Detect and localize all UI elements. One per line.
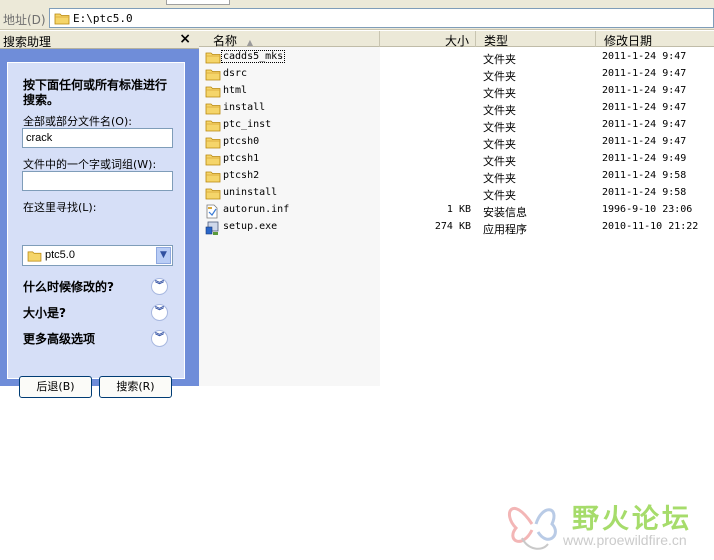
butterfly-logo-icon [507,507,557,550]
address-bar: 地址(D) E:\ptc5.0 [0,6,714,30]
file-modified: 2011-1-24 9:47 [602,119,687,130]
folder-icon [205,120,221,132]
file-name: ptcsh0 [223,136,260,147]
chevron-double-down-icon[interactable]: ︾ [151,304,168,321]
column-header-type[interactable]: 类型 [476,31,596,48]
list-item[interactable]: ptcsh0 文件夹 2011-1-24 9:47 [199,134,714,151]
file-modified: 2010-11-10 21:22 [602,221,699,232]
list-item[interactable]: dsrc 文件夹 2011-1-24 9:47 [199,66,714,83]
filename-label: 全部或部分文件名(O): [23,115,132,128]
folder-icon [27,251,42,262]
file-name: ptc_inst [223,119,272,130]
file-name: install [223,102,266,113]
file-type: 应用程序 [483,223,527,236]
file-modified: 2011-1-24 9:58 [602,187,687,198]
folder-icon [205,154,221,166]
search-pane-titlebar: 搜索助理 × [0,31,199,49]
option-advanced[interactable]: 更多高级选项 [23,330,95,347]
file-type: 文件夹 [483,70,516,83]
address-path: E:\ptc5.0 [73,12,133,25]
file-name: uninstall [223,187,278,198]
sort-ascending-icon: ▲ [246,38,253,47]
watermark-url: www.proewildfire.cn [563,532,687,548]
list-item[interactable]: ptcsh1 文件夹 2011-1-24 9:49 [199,151,714,168]
column-header-modified[interactable]: 修改日期 [596,31,714,48]
list-item[interactable]: uninstall 文件夹 2011-1-24 9:58 [199,185,714,202]
file-modified: 2011-1-24 9:47 [602,136,687,147]
file-type: 文件夹 [483,121,516,134]
search-button[interactable]: 搜索(R) [99,376,172,398]
file-type: 文件夹 [483,172,516,185]
list-item[interactable]: setup.exe 274 KB 应用程序 2010-11-10 21:22 [199,219,714,236]
folder-icon [205,103,221,115]
list-item[interactable]: install 文件夹 2011-1-24 9:47 [199,100,714,117]
folder-icon [205,171,221,183]
folder-icon [205,137,221,149]
file-name: ptcsh2 [223,170,260,181]
file-size: 1 KB [446,204,471,215]
file-modified: 2011-1-24 9:47 [602,102,687,113]
lookin-dropdown[interactable]: ptc5.0 ▼ [22,245,173,266]
address-label: 地址(D) [3,13,46,27]
phrase-input[interactable] [22,171,173,191]
file-name: setup.exe [223,221,278,232]
file-type: 文件夹 [483,87,516,100]
list-item[interactable]: autorun.inf 1 KB 安装信息 1996-9-10 23:06 [199,202,714,219]
option-when-modified[interactable]: 什么时候修改的? [23,278,114,295]
file-modified: 1996-9-10 23:06 [602,204,693,215]
address-input[interactable]: E:\ptc5.0 [49,8,714,28]
search-pane-title: 搜索助理 [3,35,52,49]
chevron-double-down-icon[interactable]: ︾ [151,330,168,347]
file-name: dsrc [223,68,248,79]
list-item[interactable]: html 文件夹 2011-1-24 9:47 [199,83,714,100]
file-type: 文件夹 [483,155,516,168]
toolbar-tab-fragment [166,0,230,5]
search-heading: 按下面任何或所有标准进行搜索。 [23,78,168,107]
lookin-value: ptc5.0 [45,249,75,261]
list-item[interactable]: cadds5_mks 文件夹 2011-1-24 9:47 [199,49,714,66]
chevron-down-icon[interactable]: ▼ [156,247,171,264]
close-icon[interactable]: × [179,31,191,47]
folder-icon [205,188,221,200]
file-type: 文件夹 [483,104,516,117]
file-type: 安装信息 [483,206,527,219]
file-modified: 2011-1-24 9:49 [602,153,687,164]
folder-icon [54,13,70,25]
file-size: 274 KB [434,221,471,232]
file-list-header: 名称 ▲ 大小 类型 修改日期 [199,31,714,48]
file-name: cadds5_mks [221,50,286,63]
folder-icon [205,86,221,98]
watermark-text: 野火论坛 [572,504,692,535]
column-header-size[interactable]: 大小 [380,31,476,48]
file-modified: 2011-1-24 9:58 [602,170,687,181]
column-header-name[interactable]: 名称 ▲ [199,31,380,48]
folder-icon [205,52,221,64]
folder-icon [205,69,221,81]
search-assistant-pane: 搜索助理 × 按下面任何或所有标准进行搜索。 全部或部分文件名(O): 文件中的… [0,31,199,398]
back-button[interactable]: 后退(B) [19,376,92,398]
phrase-label: 文件中的一个字或词组(W): [23,158,157,171]
file-name: html [223,85,248,96]
list-item[interactable]: ptcsh2 文件夹 2011-1-24 9:58 [199,168,714,185]
setup-info-file-icon [206,204,218,219]
list-item[interactable]: ptc_inst 文件夹 2011-1-24 9:47 [199,117,714,134]
search-form: 按下面任何或所有标准进行搜索。 全部或部分文件名(O): 文件中的一个字或词组(… [7,62,185,398]
filename-input[interactable] [22,128,173,148]
option-size[interactable]: 大小是? [23,304,66,321]
file-name: autorun.inf [223,204,290,215]
file-modified: 2011-1-24 9:47 [602,68,687,79]
file-type: 文件夹 [483,53,516,66]
chevron-double-down-icon[interactable]: ︾ [151,278,168,295]
application-exe-icon [205,221,219,235]
lookin-label: 在这里寻找(L): [23,201,97,214]
file-type: 文件夹 [483,189,516,202]
file-name: ptcsh1 [223,153,260,164]
file-type: 文件夹 [483,138,516,151]
file-modified: 2011-1-24 9:47 [602,85,687,96]
file-modified: 2011-1-24 9:47 [602,51,687,62]
